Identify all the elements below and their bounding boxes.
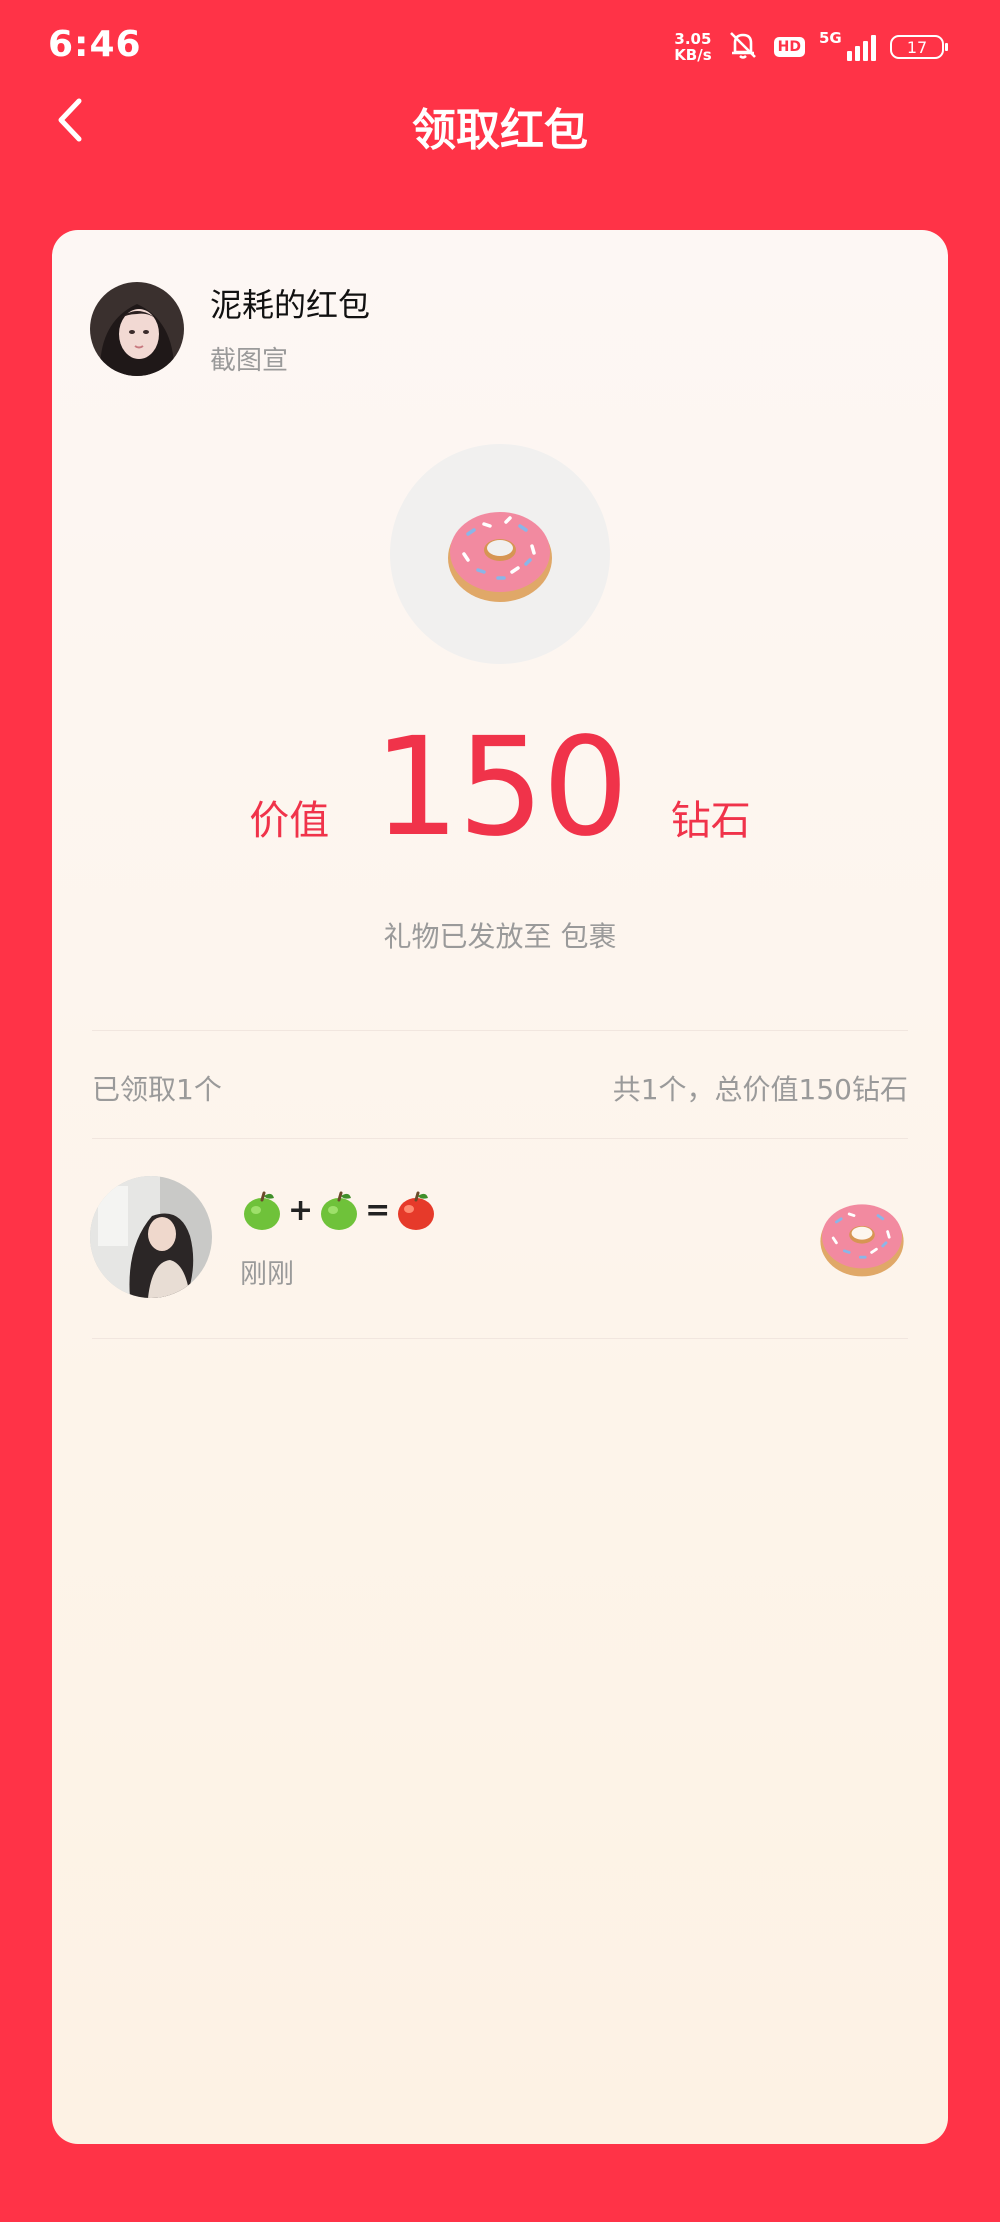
divider — [92, 1338, 908, 1339]
receive-time: 刚刚 — [240, 1259, 294, 1290]
reward-value: 价值 150 钻石 — [52, 720, 948, 856]
sender-info: 泥耗的红包 截图宣 — [90, 280, 370, 377]
sender-avatar[interactable] — [90, 281, 184, 376]
red-apple-icon — [398, 1191, 435, 1230]
equals-sign: = — [365, 1192, 391, 1228]
status-time: 6:46 — [48, 24, 142, 65]
received-gift — [814, 1190, 910, 1290]
receiver-name: + = — [240, 1188, 438, 1232]
signal-icon: 5G — [819, 29, 876, 61]
value-prefix: 价值 — [249, 798, 330, 844]
sender-subtitle: 截图宣 — [210, 346, 289, 376]
battery-icon: 17 — [890, 35, 948, 59]
battery-level: 17 — [906, 37, 928, 57]
divider — [92, 1030, 908, 1031]
bell-off-icon — [726, 28, 760, 66]
donut-gift-icon — [448, 512, 552, 602]
green-apple-icon — [244, 1191, 280, 1230]
network-speed-value: 3.05 — [674, 30, 712, 48]
header: 领取红包 — [0, 80, 1000, 160]
red-packet-card: 泥耗的红包 截图宣 价值 150 钻石 礼物已发放至 包裹 已领取1个 共1个，… — [52, 230, 948, 2144]
network-type: 5G — [819, 29, 842, 47]
value-unit: 钻石 — [670, 798, 751, 844]
donut-gift-icon — [820, 1204, 904, 1277]
hd-badge: HD — [773, 37, 805, 57]
sender-title: 泥耗的红包 — [210, 286, 371, 324]
receiver-row[interactable]: + = 刚刚 — [90, 1176, 910, 1300]
total-value: 共1个，总价值150钻石 — [612, 1073, 908, 1106]
gift-display — [390, 444, 610, 664]
plus-sign: + — [288, 1192, 314, 1228]
page-title: 领取红包 — [412, 105, 588, 156]
receiver-avatar[interactable] — [90, 1176, 212, 1298]
network-speed-unit: KB/s — [674, 46, 712, 64]
status-icons: 3.05 KB/s HD 5G 17 — [674, 28, 948, 66]
delivery-status: 礼物已发放至 包裹 — [383, 920, 617, 953]
green-apple-icon — [321, 1191, 358, 1230]
claimed-count: 已领取1个 — [92, 1073, 222, 1106]
network-speed: 3.05 KB/s — [674, 31, 711, 63]
divider — [92, 1138, 908, 1139]
value-amount: 150 — [373, 709, 629, 867]
